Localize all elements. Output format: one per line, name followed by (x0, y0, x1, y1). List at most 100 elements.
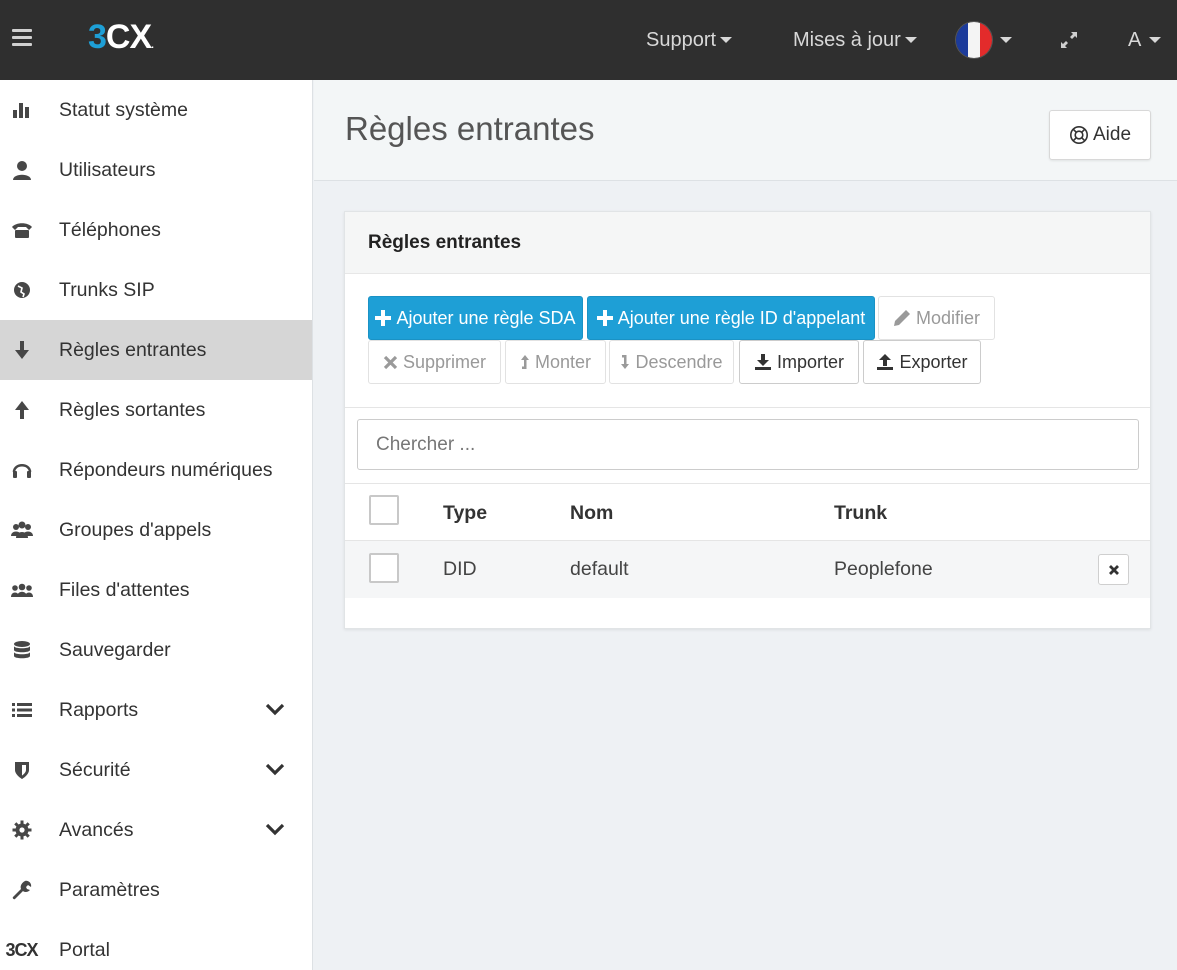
search-input[interactable] (357, 419, 1139, 470)
delete-row-button[interactable] (1098, 554, 1129, 585)
sidebar-item-label: Trunks SIP (59, 278, 155, 301)
sidebar-item-label: Rapports (59, 698, 139, 721)
select-all-checkbox[interactable] (369, 495, 399, 525)
logo-dot: . (151, 40, 154, 51)
sidebar-item-portal[interactable]: 3CX Portal (0, 920, 312, 970)
sidebar-item-label: Sécurité (59, 758, 131, 781)
sidebar-item-digital-receptionists[interactable]: Répondeurs numériques (0, 440, 312, 500)
column-header-name[interactable]: Nom (570, 502, 613, 525)
database-icon (10, 638, 34, 662)
updates-label: Mises à jour (793, 28, 901, 51)
expand-icon (1061, 32, 1077, 48)
chevron-down-icon (1149, 37, 1162, 43)
chevron-down-icon (1000, 37, 1012, 43)
shield-icon (10, 758, 34, 782)
arrow-down-icon (10, 338, 34, 362)
sidebar-item-call-queues[interactable]: Files d'attentes (0, 560, 312, 620)
sidebar-item-label: Sauvegarder (59, 638, 171, 661)
button-label: Importer (776, 351, 845, 372)
updates-menu[interactable]: Mises à jour (793, 0, 917, 80)
chevron-down-icon[interactable] (264, 758, 286, 780)
row-checkbox[interactable] (369, 553, 399, 583)
support-menu[interactable]: Support (646, 0, 733, 80)
gear-icon (10, 818, 34, 842)
arrow-down-icon (621, 355, 630, 369)
panel-title: Règles entrantes (345, 212, 1150, 274)
cell-type: DID (443, 558, 477, 580)
plus-icon (596, 310, 613, 326)
sidebar: Statut système Utilisateurs Téléphones T… (0, 80, 313, 970)
support-label: Support (646, 28, 717, 51)
lifebuoy-icon (1069, 126, 1088, 144)
globe-icon (10, 278, 34, 302)
inbound-rules-panel: Règles entrantes Ajouter une règle SDA A… (344, 211, 1151, 629)
plus-icon (375, 310, 392, 326)
fullscreen-button[interactable] (1059, 0, 1079, 80)
close-icon (1108, 564, 1119, 575)
top-bar: 3CX. Support Mises à jour A (0, 0, 1177, 80)
group-icon (10, 518, 34, 542)
pencil-icon (893, 310, 910, 326)
sidebar-item-settings[interactable]: Paramètres (0, 860, 312, 920)
language-menu[interactable] (956, 0, 1012, 80)
divider (345, 483, 1150, 484)
sidebar-item-inbound-rules[interactable]: Règles entrantes (0, 320, 312, 380)
page-title: Règles entrantes (345, 110, 595, 147)
chevron-down-icon (904, 37, 917, 43)
sidebar-item-label: Portal (59, 938, 110, 961)
add-sda-rule-button[interactable]: Ajouter une règle SDA (368, 296, 583, 340)
cell-name: default (570, 558, 629, 580)
download-icon (754, 354, 771, 370)
user-initial: A (1128, 28, 1142, 51)
column-header-trunk[interactable]: Trunk (834, 502, 887, 525)
hamburger-menu-icon[interactable] (12, 29, 32, 47)
sidebar-item-ring-groups[interactable]: Groupes d'appels (0, 500, 312, 560)
sidebar-item-phones[interactable]: Téléphones (0, 200, 312, 260)
sidebar-item-label: Avancés (59, 818, 134, 841)
sidebar-item-label: Paramètres (59, 878, 160, 901)
button-label: Modifier (915, 307, 981, 328)
export-button[interactable]: Exporter (863, 340, 981, 384)
help-button[interactable]: Aide (1049, 110, 1151, 160)
arrow-up-icon (520, 355, 529, 369)
chevron-down-icon[interactable] (264, 698, 286, 720)
move-up-button[interactable]: Monter (505, 340, 606, 384)
delete-button[interactable]: Supprimer (368, 340, 501, 384)
sidebar-item-outbound-rules[interactable]: Règles sortantes (0, 380, 312, 440)
sidebar-item-reports[interactable]: Rapports (0, 680, 312, 740)
sidebar-item-sip-trunks[interactable]: Trunks SIP (0, 260, 312, 320)
logo-text: CX (105, 18, 152, 56)
button-label: Descendre (635, 351, 723, 372)
help-label: Aide (1092, 124, 1132, 145)
close-icon (383, 355, 398, 369)
column-header-type[interactable]: Type (443, 502, 487, 525)
button-label: Monter (534, 351, 592, 372)
app-logo[interactable]: 3CX. (88, 18, 154, 57)
sidebar-item-label: Files d'attentes (59, 578, 190, 601)
fr-flag-icon (956, 22, 992, 58)
logo-prefix: 3 (88, 18, 107, 56)
sidebar-item-label: Répondeurs numériques (59, 458, 273, 481)
button-label: Supprimer (402, 351, 487, 372)
sidebar-item-label: Groupes d'appels (59, 518, 212, 541)
edit-button[interactable]: Modifier (878, 296, 995, 340)
sidebar-item-label: Statut système (59, 98, 188, 121)
sidebar-item-backup[interactable]: Sauvegarder (0, 620, 312, 680)
move-down-button[interactable]: Descendre (609, 340, 734, 384)
sidebar-item-system-status[interactable]: Statut système (0, 80, 312, 140)
sidebar-item-label: Téléphones (59, 218, 161, 241)
cell-trunk: Peoplefone (834, 558, 933, 580)
arrow-up-icon (10, 398, 34, 422)
wrench-icon (10, 878, 34, 902)
user-menu[interactable]: A (1128, 0, 1162, 80)
add-caller-id-rule-button[interactable]: Ajouter une règle ID d'appelant (587, 296, 875, 340)
list-icon (10, 698, 34, 722)
sidebar-item-advanced[interactable]: Avancés (0, 800, 312, 860)
sidebar-item-users[interactable]: Utilisateurs (0, 140, 312, 200)
chevron-down-icon[interactable] (264, 818, 286, 840)
divider (345, 407, 1150, 408)
bar-chart-icon (10, 98, 34, 122)
import-button[interactable]: Importer (739, 340, 859, 384)
button-label: Ajouter une règle ID d'appelant (617, 307, 866, 328)
sidebar-item-security[interactable]: Sécurité (0, 740, 312, 800)
